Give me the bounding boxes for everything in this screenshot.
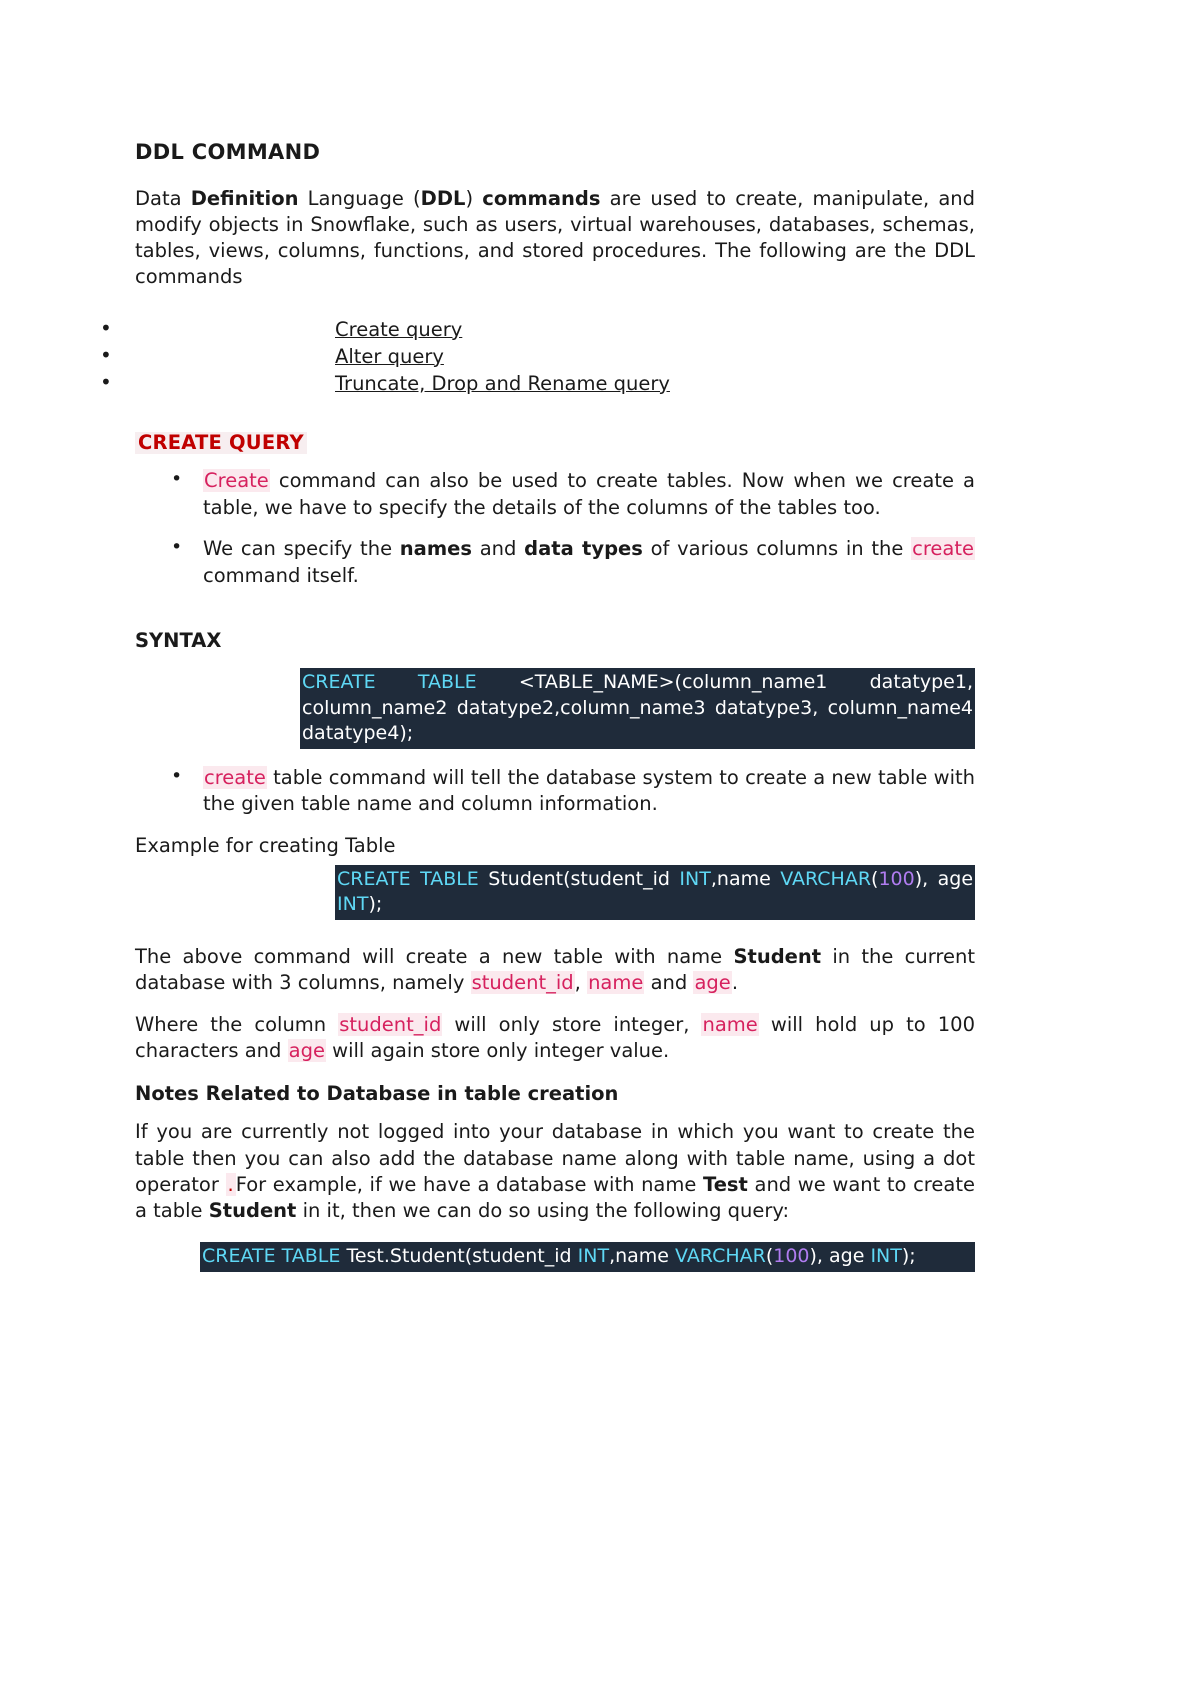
code-block-example: CREATE TABLE Student(student_id INT,name… — [335, 864, 975, 920]
link-create-query[interactable]: Create query — [335, 318, 462, 341]
ex2-text-1: Where the column — [135, 1013, 339, 1037]
code-close: ); — [368, 892, 383, 915]
final-identifier-test-student: Test.Student(student_id — [340, 1244, 578, 1267]
syntax-heading: SYNTAX — [135, 629, 222, 653]
list-item-alter-query[interactable]: Alter query — [100, 342, 975, 370]
final-number-100: 100 — [773, 1244, 810, 1267]
b2-text-3: of various columns in the — [642, 537, 912, 561]
list-item-truncate-drop-rename-query[interactable]: Truncate, Drop and Rename query — [100, 369, 975, 397]
example-label: Example for creating Table — [135, 833, 396, 857]
code-keyword-varchar: VARCHAR — [780, 867, 872, 890]
explain-paragraph-1: The above command will create a new tabl… — [135, 944, 975, 996]
inline-keyword-create-3: create — [203, 765, 267, 789]
code-identifier-student: Student(student_id — [488, 867, 670, 890]
intro-bold-definition: Definition — [190, 187, 299, 210]
code-block-syntax: CREATE TABLE <TABLE_NAME>(column_name1 d… — [300, 668, 975, 749]
notes-text-4: in it, then we can do so using the follo… — [296, 1198, 790, 1222]
ex2-text-4: will again store only integer value. — [325, 1039, 670, 1063]
inline-keyword-student-id: student_id — [470, 971, 575, 995]
inline-keyword-age: age — [693, 971, 732, 995]
ex1-text-1: The above command will create a new tabl… — [135, 944, 734, 968]
document-page: DDL COMMAND Data Definition Language (DD… — [0, 0, 1200, 1698]
final-keyword-int-1: INT — [577, 1244, 610, 1267]
inline-keyword-create-2: create — [911, 537, 975, 561]
notes-bold-test: Test — [703, 1172, 748, 1196]
code-block-final: CREATE TABLE Test.Student(student_id INT… — [200, 1241, 975, 1273]
inline-keyword-student-id-2: student_id — [338, 1013, 443, 1037]
ddl-command-list: Create query Alter query Truncate, Drop … — [100, 314, 975, 397]
page-title: DDL COMMAND — [135, 140, 321, 164]
ex1-text-5: . — [731, 971, 739, 995]
create-query-heading-wrap: CREATE QUERY — [135, 398, 975, 469]
intro-text-2: Language ( — [298, 187, 421, 210]
intro-bold-ddl: DDL — [420, 187, 466, 210]
intro-paragraph: Data Definition Language (DDL) commands … — [135, 186, 975, 291]
bullet3-rest: table command will tell the database sys… — [203, 765, 975, 816]
code-keyword-int-1: INT — [679, 867, 711, 890]
code-number-100: 100 — [878, 867, 915, 890]
code-keyword-int-2: INT — [337, 892, 369, 915]
section-heading-create-query: CREATE QUERY — [135, 431, 307, 455]
notes-bold-student: Student — [208, 1198, 297, 1222]
final-keyword-varchar: VARCHAR — [675, 1244, 766, 1267]
b2-text-1: We can specify the — [203, 537, 400, 561]
intro-text-1: Data — [135, 187, 191, 210]
notes-heading: Notes Related to Database in table creat… — [135, 1082, 619, 1106]
link-alter-query[interactable]: Alter query — [335, 345, 444, 368]
b2-bold-datatypes: data types — [524, 537, 643, 561]
code-space-1 — [411, 868, 420, 890]
ex1-text-3: , — [574, 971, 588, 995]
ex1-text-4: and — [644, 971, 694, 995]
document-content: DDL COMMAND Data Definition Language (DD… — [100, 140, 975, 1273]
bullet-create-rest: command can also be used to create table… — [203, 469, 975, 519]
b2-bold-names: names — [399, 537, 472, 561]
code-keyword-create: CREATE — [337, 867, 411, 890]
inline-keyword-age-2: age — [287, 1039, 326, 1063]
code-keyword-create-table: CREATE TABLE — [302, 671, 477, 694]
ex1-bold-student: Student — [733, 944, 822, 968]
inline-dot-operator: . — [225, 1172, 236, 1196]
b2-text-4: command itself. — [203, 563, 359, 587]
final-text-age: ), age — [809, 1244, 871, 1267]
code-keyword-table: TABLE — [420, 867, 479, 890]
intro-text-3: ) — [465, 187, 483, 210]
explain-paragraph-2: Where the column student_id will only st… — [135, 1012, 975, 1064]
list-item-create-query[interactable]: Create query — [100, 314, 975, 343]
code-text-age: ), age — [914, 867, 974, 890]
ex2-text-2: will only store integer, — [442, 1013, 702, 1037]
final-keyword-create-table: CREATE TABLE — [202, 1244, 341, 1267]
create-table-explanation-bullets: create table command will tell the datab… — [135, 764, 975, 818]
code-space-2 — [479, 868, 488, 890]
final-close: ); — [901, 1244, 916, 1267]
inline-keyword-create: Create — [203, 469, 270, 493]
final-identifier-name: ,name — [609, 1244, 676, 1267]
create-query-bullets: Create command can also be used to creat… — [135, 467, 975, 589]
notes-paragraph: If you are currently not logged into you… — [135, 1119, 975, 1224]
intro-bold-commands: commands — [482, 187, 601, 210]
b2-text-2: and — [472, 537, 525, 561]
inline-keyword-name-2: name — [701, 1013, 759, 1037]
bullet-create-command: Create command can also be used to creat… — [135, 467, 975, 521]
link-truncate-drop-rename-query[interactable]: Truncate, Drop and Rename query — [335, 372, 670, 395]
bullet-create-table-tell: create table command will tell the datab… — [135, 764, 975, 818]
code-space-3 — [670, 868, 679, 890]
bullet-names-datatypes: We can specify the names and data types … — [135, 535, 975, 589]
final-keyword-int-2: INT — [870, 1244, 902, 1267]
inline-keyword-name: name — [587, 971, 645, 995]
code-identifier-name: ,name — [710, 867, 781, 890]
notes-text-2: For example, if we have a database with … — [235, 1172, 703, 1196]
